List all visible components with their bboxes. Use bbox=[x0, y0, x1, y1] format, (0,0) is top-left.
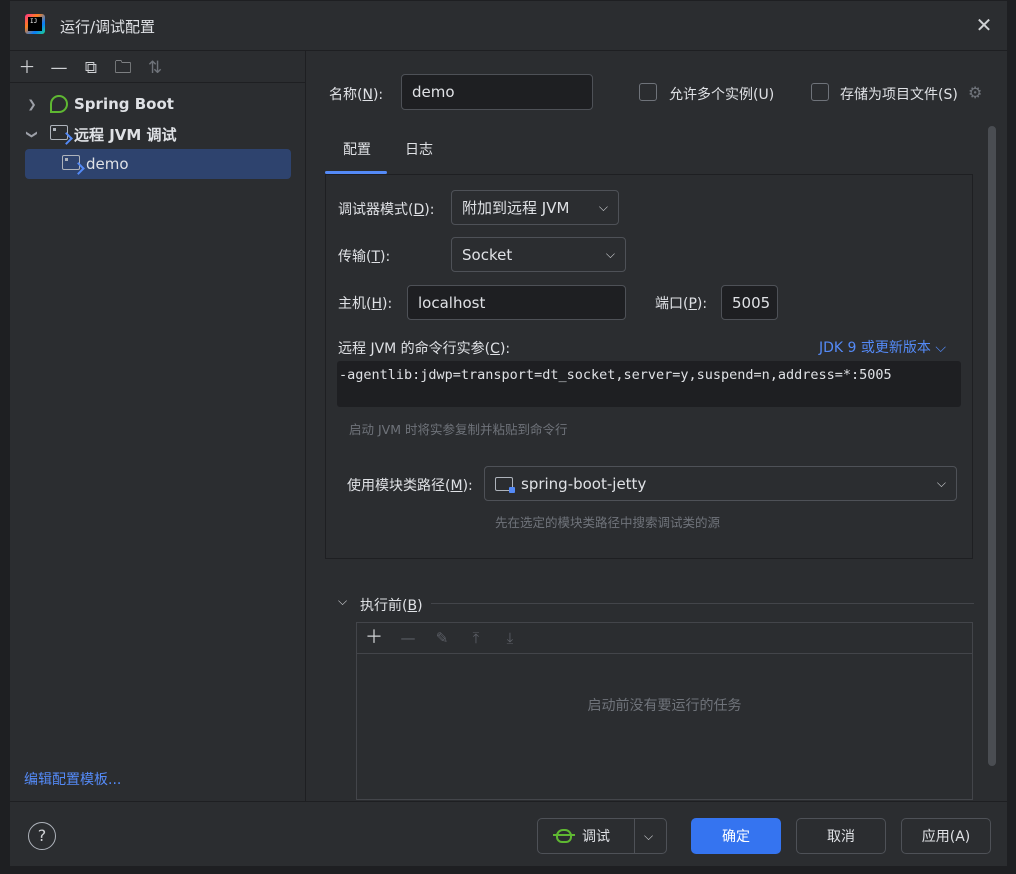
edit-templates-link[interactable]: 编辑配置模板... bbox=[24, 769, 121, 789]
debug-button-label: 调试 bbox=[582, 829, 610, 845]
debugger-mode-label: 调试器模式(D): bbox=[338, 202, 435, 218]
tree-item-label: 远程 JVM 调试 bbox=[74, 125, 177, 144]
port-label: 端口(P): bbox=[655, 296, 708, 312]
remove-icon[interactable]: — bbox=[48, 57, 70, 79]
module-classpath-label: 使用模块类路径(M): bbox=[347, 478, 473, 494]
tree-item-demo[interactable]: demo bbox=[62, 150, 129, 178]
remove-icon[interactable]: — bbox=[396, 627, 420, 649]
ok-button[interactable]: 确定 bbox=[691, 818, 781, 854]
run-debug-config-dialog: IJ 运行/调试配置 ✕ ＋ — ⧉ 🗀 ⇅ ❯ Spring Boot ❯ 远… bbox=[9, 0, 1008, 866]
close-icon[interactable]: ✕ bbox=[973, 14, 995, 36]
edit-pencil-icon[interactable]: ✎ bbox=[430, 627, 454, 649]
remote-jvm-icon bbox=[50, 125, 70, 143]
debug-button[interactable]: 调试 ⌵ bbox=[537, 818, 667, 854]
tree-item-remote-jvm[interactable]: ❯ 远程 JVM 调试 bbox=[24, 120, 177, 148]
debug-bug-icon bbox=[553, 829, 575, 843]
chevron-down-icon[interactable]: ⌵ bbox=[644, 829, 653, 844]
chevron-down-icon: ⌵ bbox=[605, 247, 615, 261]
dialog-footer: ? 调试 ⌵ 确定 取消 应用(A) bbox=[10, 801, 1007, 866]
vertical-scrollbar[interactable] bbox=[988, 126, 996, 766]
store-as-file-label: 存储为项目文件(S) bbox=[840, 87, 958, 103]
module-classpath-dropdown[interactable]: spring-boot-jetty ⌵ bbox=[484, 466, 957, 501]
add-icon[interactable]: ＋ bbox=[16, 57, 38, 79]
tab-config[interactable]: 配置 bbox=[343, 139, 371, 159]
config-tree-pane: ＋ — ⧉ 🗀 ⇅ ❯ Spring Boot ❯ 远程 JVM 调试 demo… bbox=[10, 51, 306, 801]
new-folder-icon[interactable]: 🗀 bbox=[112, 57, 134, 79]
tree-item-label: demo bbox=[86, 155, 129, 173]
tab-logs[interactable]: 日志 bbox=[405, 139, 433, 159]
port-field[interactable]: 5005 bbox=[721, 285, 778, 320]
transport-value: Socket bbox=[462, 245, 513, 264]
debugger-mode-dropdown[interactable]: 附加到远程 JVM ⌵ bbox=[451, 190, 619, 225]
cmdline-hint: 启动 JVM 时将实参复制并粘贴到命令行 bbox=[349, 422, 568, 437]
copy-icon[interactable]: ⧉ bbox=[80, 57, 102, 79]
chevron-right-icon[interactable]: ❯ bbox=[24, 98, 40, 111]
add-icon[interactable]: ＋ bbox=[362, 627, 386, 649]
tree-item-spring-boot[interactable]: ❯ Spring Boot bbox=[24, 90, 174, 118]
module-folder-icon bbox=[495, 476, 515, 493]
before-launch-label[interactable]: 执行前(B) bbox=[360, 595, 423, 615]
allow-multiple-label: 允许多个实例(U) bbox=[669, 87, 775, 103]
cancel-button[interactable]: 取消 bbox=[796, 818, 886, 854]
sort-icon[interactable]: ⇅ bbox=[144, 57, 166, 79]
name-field[interactable]: demo bbox=[401, 74, 593, 110]
chevron-down-icon: ⌵ bbox=[935, 340, 946, 356]
jdk-version-link[interactable]: JDK 9 或更新版本 ⌵ bbox=[819, 337, 946, 357]
title-bar: IJ 运行/调试配置 ✕ bbox=[10, 1, 1007, 51]
tree-item-label: Spring Boot bbox=[74, 95, 174, 113]
before-launch-box: ＋ — ✎ ⤒ ⤓ 启动前没有要运行的任务 bbox=[356, 622, 973, 800]
chevron-down-icon[interactable]: ❯ bbox=[26, 126, 39, 142]
remote-jvm-icon bbox=[62, 155, 82, 173]
name-label: 名称(N): bbox=[329, 87, 384, 103]
section-divider bbox=[431, 603, 974, 604]
apply-button[interactable]: 应用(A) bbox=[901, 818, 991, 854]
tree-toolbar: ＋ — ⧉ 🗀 ⇅ bbox=[16, 57, 166, 79]
host-label: 主机(H): bbox=[338, 296, 393, 312]
spring-boot-icon bbox=[50, 95, 70, 113]
background-ide-edge bbox=[0, 0, 9, 874]
chevron-down-icon: ⌵ bbox=[936, 476, 946, 490]
cmdline-args-field[interactable]: -agentlib:jdwp=transport=dt_socket,serve… bbox=[337, 361, 961, 407]
help-icon[interactable]: ? bbox=[28, 822, 56, 850]
move-down-icon[interactable]: ⤓ bbox=[498, 627, 522, 649]
host-field[interactable]: localhost bbox=[407, 285, 626, 320]
module-classpath-value: spring-boot-jetty bbox=[521, 474, 647, 493]
store-as-file-checkbox[interactable] bbox=[811, 83, 829, 101]
toolbar-divider bbox=[10, 82, 305, 83]
gear-icon[interactable]: ⚙ bbox=[968, 83, 982, 102]
chevron-down-icon[interactable]: ⌵ bbox=[338, 594, 347, 609]
chevron-down-icon: ⌵ bbox=[598, 200, 608, 214]
config-editor-pane: 名称(N): demo 允许多个实例(U) 存储为项目文件(S) ⚙ 配置 日志… bbox=[307, 51, 1007, 801]
move-up-icon[interactable]: ⤒ bbox=[464, 627, 488, 649]
split-divider bbox=[634, 819, 635, 853]
before-launch-toolbar: ＋ — ✎ ⤒ ⤓ bbox=[357, 623, 972, 654]
allow-multiple-checkbox[interactable] bbox=[639, 83, 657, 101]
intellij-logo-icon: IJ bbox=[25, 14, 45, 34]
transport-label: 传输(T): bbox=[338, 249, 391, 265]
before-launch-empty-text: 启动前没有要运行的任务 bbox=[587, 698, 742, 714]
dialog-title: 运行/调试配置 bbox=[60, 18, 156, 36]
module-hint: 先在选定的模块类路径中搜索调试类的源 bbox=[495, 515, 721, 530]
cmdline-label: 远程 JVM 的命令行实参(C): bbox=[338, 341, 511, 357]
transport-dropdown[interactable]: Socket ⌵ bbox=[451, 237, 626, 272]
debugger-mode-value: 附加到远程 JVM bbox=[462, 199, 570, 217]
